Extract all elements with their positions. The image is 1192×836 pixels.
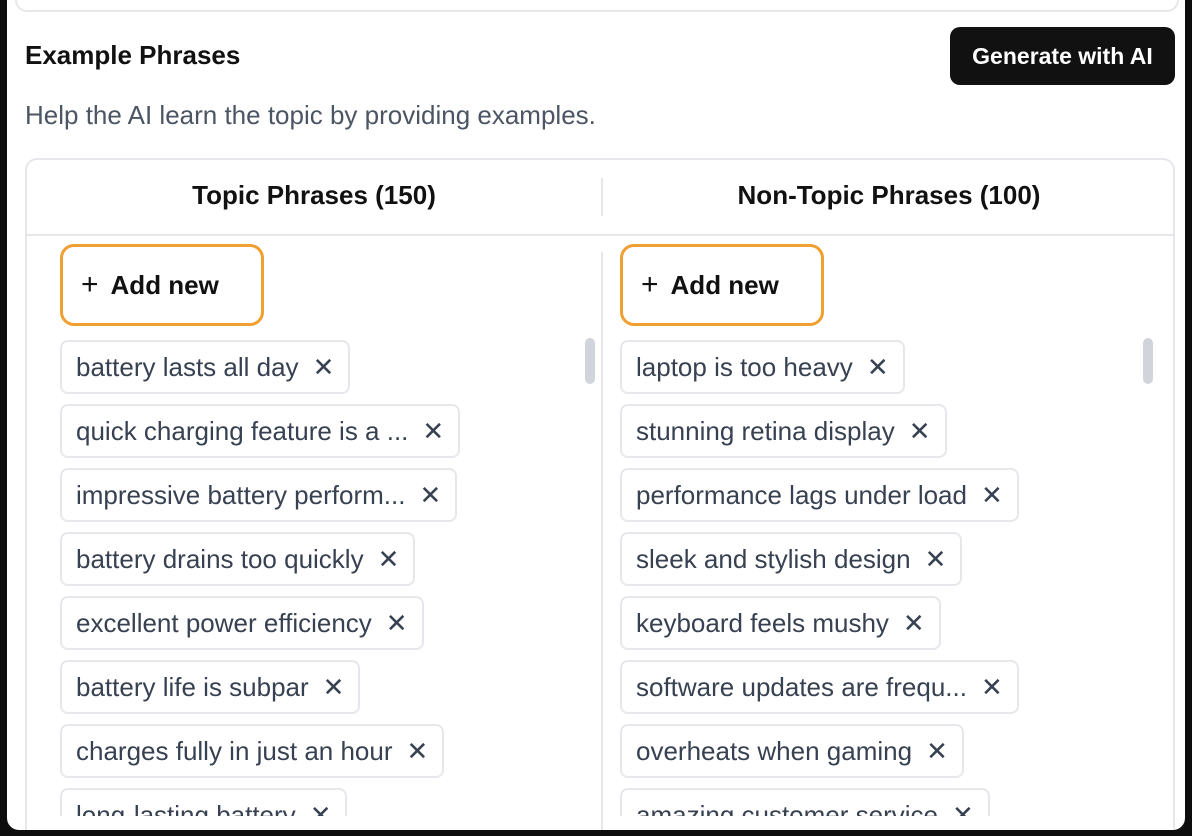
close-icon[interactable]: ✕ xyxy=(952,802,974,816)
phrase-row: sleek and stylish design ✕ xyxy=(620,532,1140,596)
phrase-chip[interactable]: quick charging feature is a ... ✕ xyxy=(60,404,461,458)
section-title: Example Phrases xyxy=(25,40,241,70)
topic-phrase-list: battery lasts all day ✕ quick charging fea… xyxy=(60,340,580,816)
phrase-chip[interactable]: excellent power efficiency ✕ xyxy=(60,596,424,650)
non-topic-scrollbar-thumb[interactable] xyxy=(1143,338,1153,384)
close-icon[interactable]: ✕ xyxy=(925,546,947,572)
topic-add-new-button[interactable]: + Add new xyxy=(60,244,264,326)
phrase-chip[interactable]: software updates are frequ... ✕ xyxy=(620,660,1019,714)
close-icon[interactable]: ✕ xyxy=(422,418,444,444)
phrase-chip[interactable]: battery lasts all day ✕ xyxy=(60,340,351,394)
close-icon[interactable]: ✕ xyxy=(981,674,1003,700)
phrase-text: impressive battery perform... xyxy=(76,479,406,510)
phrase-chip[interactable]: performance lags under load ✕ xyxy=(620,468,1019,522)
plus-icon: + xyxy=(81,268,99,301)
phrase-row: long-lasting battery ✕ xyxy=(60,788,580,816)
phrase-chip[interactable]: charges fully in just an hour ✕ xyxy=(60,724,445,778)
non-topic-phrases-title: Non-Topic Phrases (100) xyxy=(737,180,1041,210)
phrase-row: quick charging feature is a ... ✕ xyxy=(60,404,580,468)
phrase-text: amazing customer service xyxy=(636,799,938,817)
phrase-row: stunning retina display ✕ xyxy=(620,404,1140,468)
panel-header: Topic Phrases (150) Non-Topic Phrases (1… xyxy=(27,160,1173,236)
phrase-text: charges fully in just an hour xyxy=(76,735,393,766)
phrase-row: excellent power efficiency ✕ xyxy=(60,596,580,660)
phrase-row: battery lasts all day ✕ xyxy=(60,340,580,404)
phrase-text: keyboard feels mushy xyxy=(636,607,889,638)
phrase-row: amazing customer service ✕ xyxy=(620,788,1140,816)
phrase-text: battery lasts all day xyxy=(76,351,299,382)
previous-section-edge xyxy=(15,0,1179,12)
close-icon[interactable]: ✕ xyxy=(378,546,400,572)
column-divider xyxy=(601,252,603,830)
close-icon[interactable]: ✕ xyxy=(407,738,429,764)
phrase-row: laptop is too heavy ✕ xyxy=(620,340,1140,404)
phrase-text: battery life is subpar xyxy=(76,671,309,702)
non-topic-phrase-list: laptop is too heavy ✕ stunning retina disp… xyxy=(620,340,1140,816)
phrases-panel: Topic Phrases (150) Non-Topic Phrases (1… xyxy=(25,158,1175,830)
phrase-row: software updates are frequ... ✕ xyxy=(620,660,1140,724)
non-topic-phrases-column: + Add new laptop is too heavy ✕ stunning r… xyxy=(620,236,1160,816)
phrase-chip[interactable]: impressive battery perform... ✕ xyxy=(60,468,458,522)
phrase-chip[interactable]: battery drains too quickly ✕ xyxy=(60,532,416,586)
phrase-row: overheats when gaming ✕ xyxy=(620,724,1140,788)
phrase-text: excellent power efficiency xyxy=(76,607,372,638)
phrase-text: battery drains too quickly xyxy=(76,543,364,574)
phrase-chip[interactable]: stunning retina display ✕ xyxy=(620,404,947,458)
phrase-text: quick charging feature is a ... xyxy=(76,415,409,446)
phrase-row: keyboard feels mushy ✕ xyxy=(620,596,1140,660)
phrase-chip[interactable]: long-lasting battery ✕ xyxy=(60,788,348,817)
phrase-chip[interactable]: battery life is subpar ✕ xyxy=(60,660,361,714)
generate-with-ai-button[interactable]: Generate with AI xyxy=(950,27,1175,85)
topic-scrollbar-thumb[interactable] xyxy=(585,338,595,384)
close-icon[interactable]: ✕ xyxy=(313,354,335,380)
phrase-row: impressive battery perform... ✕ xyxy=(60,468,580,532)
close-icon[interactable]: ✕ xyxy=(419,482,441,508)
phrase-chip[interactable]: keyboard feels mushy ✕ xyxy=(620,596,941,650)
close-icon[interactable]: ✕ xyxy=(867,354,889,380)
example-phrases-card: Example Phrases Generate with AI Help th… xyxy=(7,0,1185,830)
phrase-row: battery life is subpar ✕ xyxy=(60,660,580,724)
non-topic-add-new-button[interactable]: + Add new xyxy=(620,244,824,326)
help-text: Help the AI learn the topic by providing… xyxy=(25,100,596,130)
close-icon[interactable]: ✕ xyxy=(909,418,931,444)
close-icon[interactable]: ✕ xyxy=(386,610,408,636)
phrase-text: stunning retina display xyxy=(636,415,895,446)
phrase-row: performance lags under load ✕ xyxy=(620,468,1140,532)
plus-icon: + xyxy=(641,268,659,301)
close-icon[interactable]: ✕ xyxy=(981,482,1003,508)
close-icon[interactable]: ✕ xyxy=(926,738,948,764)
phrase-text: long-lasting battery xyxy=(76,799,296,817)
phrase-chip[interactable]: laptop is too heavy ✕ xyxy=(620,340,905,394)
phrase-text: software updates are frequ... xyxy=(636,671,967,702)
phrase-text: overheats when gaming xyxy=(636,735,913,766)
topic-phrases-column: + Add new battery lasts all day ✕ quick ch… xyxy=(60,236,600,816)
add-new-label: Add new xyxy=(110,269,219,300)
phrase-chip[interactable]: amazing customer service ✕ xyxy=(620,788,990,816)
add-new-label: Add new xyxy=(670,269,779,300)
phrase-text: performance lags under load xyxy=(636,479,967,510)
phrase-chip[interactable]: sleek and stylish design ✕ xyxy=(620,532,963,586)
phrase-text: sleek and stylish design xyxy=(636,543,911,574)
topic-phrases-title: Topic Phrases (150) xyxy=(192,180,436,210)
close-icon[interactable]: ✕ xyxy=(323,674,345,700)
phrase-row: battery drains too quickly ✕ xyxy=(60,532,580,596)
phrase-chip[interactable]: overheats when gaming ✕ xyxy=(620,724,964,778)
phrase-row: charges fully in just an hour ✕ xyxy=(60,724,580,788)
close-icon[interactable]: ✕ xyxy=(903,610,925,636)
close-icon[interactable]: ✕ xyxy=(310,802,332,816)
phrase-text: laptop is too heavy xyxy=(636,351,853,382)
